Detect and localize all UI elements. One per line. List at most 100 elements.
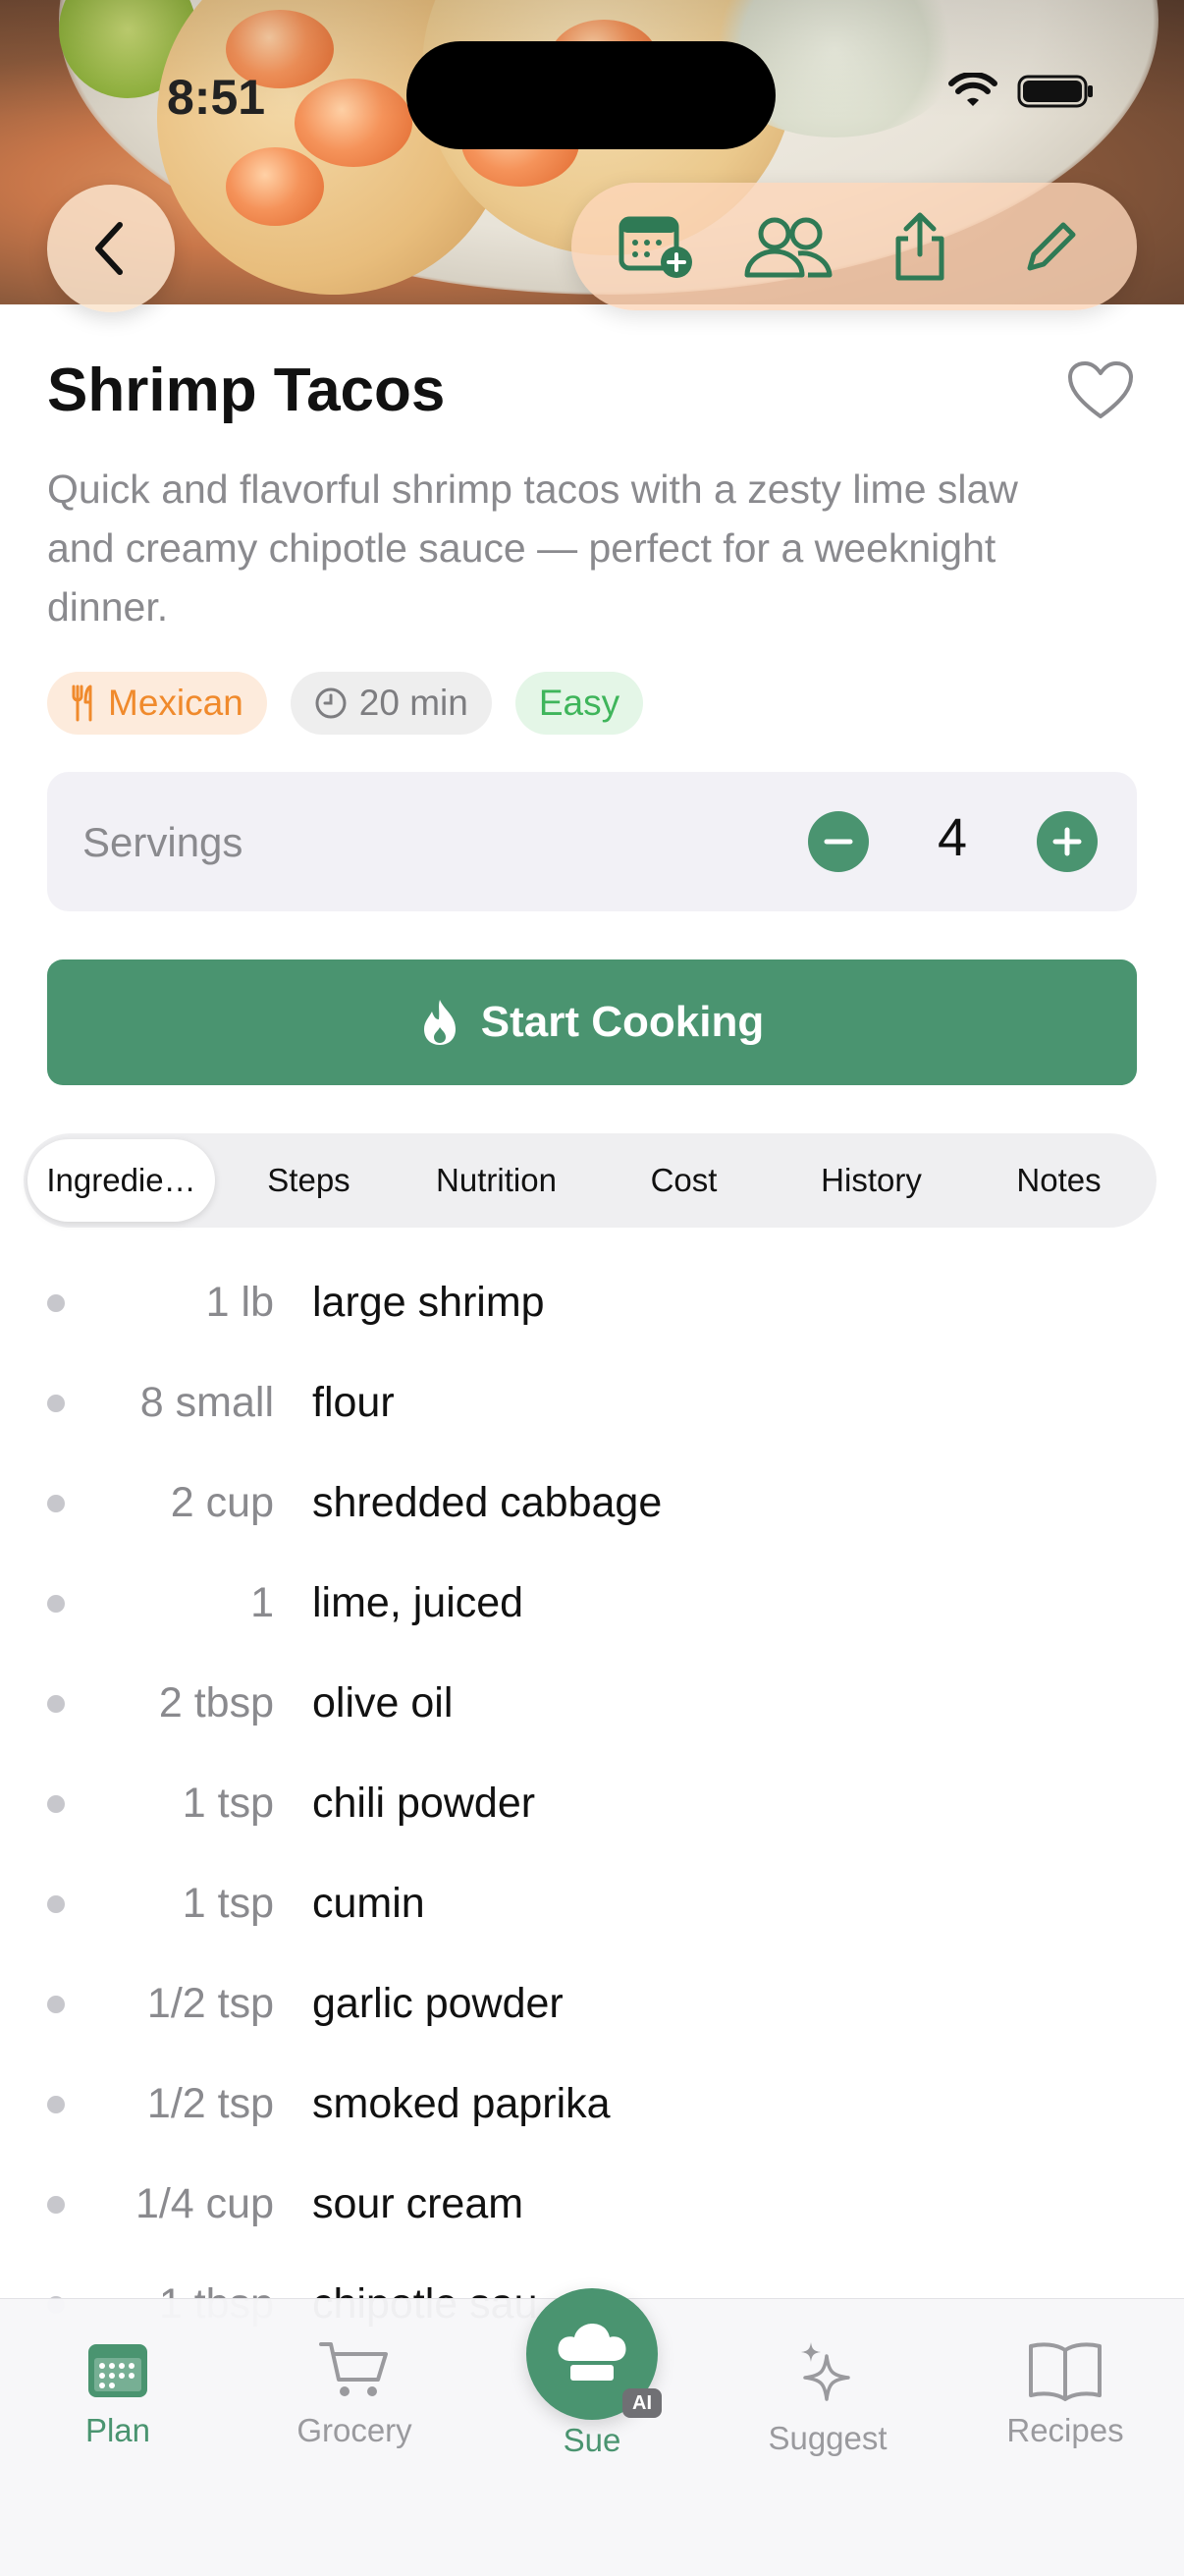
tab-nutrition[interactable]: Nutrition bbox=[403, 1139, 590, 1222]
bullet bbox=[47, 1495, 65, 1512]
ingredient-row: 1 tsp cumin bbox=[0, 1854, 1184, 1954]
recipe-section-tabs: Ingredie… Steps Nutrition Cost History N… bbox=[24, 1133, 1157, 1228]
recipe-title: Shrimp Tacos bbox=[47, 356, 446, 424]
recipe-tags: Mexican 20 min Easy bbox=[47, 672, 644, 735]
add-to-plan-button[interactable] bbox=[608, 197, 706, 296]
ingredient-quantity: 1/2 tsp bbox=[146, 2080, 274, 2127]
servings-increase-button[interactable] bbox=[1037, 811, 1098, 872]
ingredient-row: 1/4 cup sour cream bbox=[0, 2155, 1184, 2255]
ingredient-name: shredded cabbage bbox=[312, 1479, 663, 1526]
ingredient-row: 1 lime, juiced bbox=[0, 1554, 1184, 1654]
ingredient-quantity: 1/2 tsp bbox=[146, 1980, 274, 2027]
fork-knife-icon bbox=[72, 685, 92, 722]
servings-stepper: Servings 4 bbox=[47, 772, 1137, 911]
bullet bbox=[47, 1996, 65, 2013]
start-cooking-button[interactable]: Start Cooking bbox=[47, 959, 1137, 1085]
bullet bbox=[47, 1395, 65, 1412]
cuisine-tag-label: Mexican bbox=[108, 683, 243, 723]
tab-cost[interactable]: Cost bbox=[590, 1139, 778, 1222]
minus-icon bbox=[824, 839, 853, 845]
share-with-people-button[interactable] bbox=[739, 197, 837, 296]
servings-decrease-button[interactable] bbox=[808, 811, 869, 872]
tab-suggest-label: Suggest bbox=[768, 2420, 888, 2456]
share-icon bbox=[895, 212, 944, 281]
ingredient-quantity: 1 bbox=[250, 1579, 274, 1626]
ingredient-row: 1/2 tsp garlic powder bbox=[0, 1954, 1184, 2055]
book-icon bbox=[1029, 2342, 1102, 2401]
clock-icon bbox=[315, 687, 347, 719]
status-icons bbox=[948, 73, 1096, 110]
ingredient-name: smoked paprika bbox=[312, 2080, 611, 2127]
ingredient-quantity: 2 cup bbox=[170, 1479, 274, 1526]
time-tag-label: 20 min bbox=[358, 683, 468, 723]
bullet bbox=[47, 1795, 65, 1813]
ingredient-quantity: 1 tsp bbox=[182, 1880, 274, 1927]
ingredient-row: 2 tbsp olive oil bbox=[0, 1654, 1184, 1754]
tab-sue-label: Sue bbox=[563, 2422, 621, 2458]
servings-label: Servings bbox=[82, 819, 243, 865]
ingredient-quantity: 1/4 cup bbox=[135, 2180, 274, 2227]
ingredient-name: olive oil bbox=[312, 1679, 454, 1726]
difficulty-tag: Easy bbox=[514, 672, 644, 735]
dynamic-island bbox=[406, 41, 776, 149]
ingredient-name: chili powder bbox=[312, 1780, 536, 1827]
start-cooking-label: Start Cooking bbox=[480, 998, 765, 1046]
ingredient-row: 1 tsp chili powder bbox=[0, 1754, 1184, 1854]
ingredient-name: garlic powder bbox=[312, 1980, 564, 2027]
cart-icon bbox=[319, 2342, 388, 2396]
ingredient-name: large shrimp bbox=[312, 1279, 545, 1326]
edit-button[interactable] bbox=[1002, 197, 1101, 296]
bullet bbox=[47, 2096, 65, 2113]
time-tag: 20 min bbox=[290, 672, 492, 735]
ingredient-name: flour bbox=[312, 1379, 395, 1426]
ingredient-row: 2 cup shredded cabbage bbox=[0, 1453, 1184, 1554]
tab-history[interactable]: History bbox=[778, 1139, 965, 1222]
ingredient-list: 1 lb large shrimp 8 small flour 2 cup sh… bbox=[0, 1253, 1184, 2355]
battery-icon bbox=[1017, 75, 1093, 108]
people-icon bbox=[744, 217, 833, 278]
ingredient-name: lime, juiced bbox=[312, 1579, 524, 1626]
ingredient-name: cumin bbox=[312, 1880, 425, 1927]
status-time: 8:51 bbox=[167, 70, 266, 125]
bullet bbox=[47, 1895, 65, 1913]
tab-steps[interactable]: Steps bbox=[215, 1139, 403, 1222]
flame-icon bbox=[423, 1000, 456, 1045]
tab-plan[interactable]: Plan bbox=[20, 2338, 216, 2449]
bullet bbox=[47, 1595, 65, 1613]
plus-icon bbox=[1052, 827, 1082, 856]
ingredient-row: 1/2 tsp smoked paprika bbox=[0, 2055, 1184, 2155]
ingredient-row: 1 lb large shrimp bbox=[0, 1253, 1184, 1353]
tab-notes[interactable]: Notes bbox=[965, 1139, 1153, 1222]
bullet bbox=[47, 1294, 65, 1312]
sparkles-icon bbox=[801, 2342, 850, 2401]
bullet bbox=[47, 2196, 65, 2214]
chevron-left-icon bbox=[95, 222, 123, 275]
pencil-icon bbox=[1027, 222, 1076, 271]
ingredient-quantity: 1 tsp bbox=[182, 1780, 274, 1827]
ingredient-name: sour cream bbox=[312, 2180, 524, 2227]
bullet bbox=[47, 1695, 65, 1713]
ingredient-quantity: 1 lb bbox=[205, 1279, 274, 1326]
favorite-button[interactable] bbox=[1066, 359, 1135, 422]
ingredient-quantity: 2 tbsp bbox=[158, 1679, 274, 1726]
tab-recipes-label: Recipes bbox=[1006, 2412, 1124, 2448]
recipe-description: Quick and flavorful shrimp tacos with a … bbox=[47, 466, 1018, 630]
back-button[interactable] bbox=[47, 185, 175, 312]
tab-suggest[interactable]: Suggest bbox=[729, 2338, 926, 2457]
cuisine-tag: Mexican bbox=[47, 672, 267, 735]
tab-ingredients[interactable]: Ingredie… bbox=[27, 1139, 215, 1222]
tab-grocery[interactable]: Grocery bbox=[256, 2338, 453, 2449]
recipe-actions-toolbar bbox=[571, 183, 1137, 310]
share-button[interactable] bbox=[871, 197, 969, 296]
calendar-icon bbox=[88, 2344, 147, 2397]
heart-icon bbox=[1068, 361, 1133, 418]
servings-count: 4 bbox=[937, 808, 968, 867]
tab-plan-label: Plan bbox=[84, 2412, 151, 2448]
tab-grocery-label: Grocery bbox=[296, 2412, 412, 2448]
ai-badge: AI bbox=[622, 2388, 662, 2418]
ingredient-quantity: 8 small bbox=[139, 1379, 274, 1426]
calendar-plus-icon bbox=[619, 216, 692, 278]
tab-recipes[interactable]: Recipes bbox=[967, 2338, 1163, 2449]
difficulty-tag-label: Easy bbox=[538, 683, 620, 723]
chef-hat-icon bbox=[558, 2324, 626, 2381]
